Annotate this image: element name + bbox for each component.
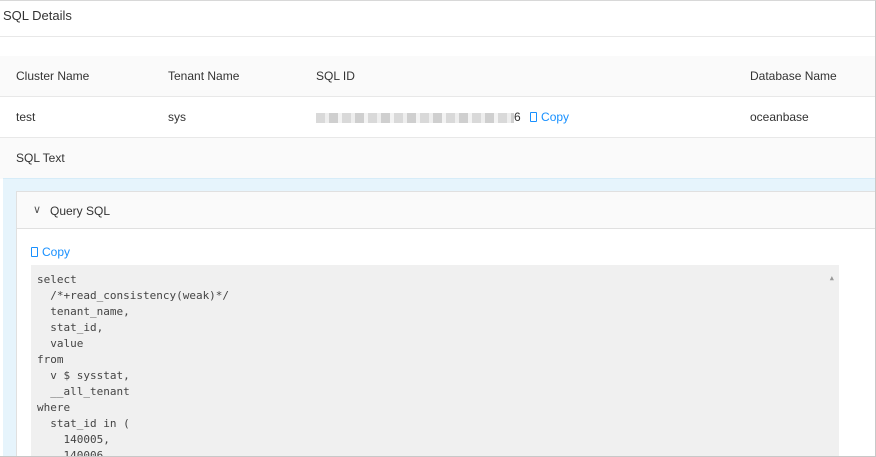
page-title: SQL Details <box>3 8 72 23</box>
tenant-name: sys <box>168 110 186 124</box>
copy-sql-id-button[interactable]: Copy <box>530 110 569 124</box>
panel-title: Query SQL <box>50 204 111 218</box>
cluster-name: test <box>16 110 36 124</box>
sql-text-label: SQL Text <box>16 151 65 165</box>
header-sql-id: SQL ID <box>316 69 355 83</box>
query-sql-panel: ∨ Query SQL Copy select /*+read_consiste… <box>16 191 875 457</box>
scroll-up-icon[interactable]: ▲ <box>830 270 834 286</box>
header-cluster-name: Cluster Name <box>16 69 90 83</box>
chevron-down-icon: ∨ <box>33 204 42 216</box>
copy-sql-button[interactable]: Copy <box>31 245 70 259</box>
copy-icon <box>530 112 538 122</box>
sql-text-row: SQL Text <box>0 138 875 179</box>
sql-code: select /*+read_consistency(weak)*/ tenan… <box>37 273 230 457</box>
query-sql-panel-header[interactable]: ∨ Query SQL <box>17 192 875 229</box>
database-name: oceanbase <box>750 110 809 124</box>
redacted-sql-id <box>316 112 514 123</box>
sql-text-content: ∨ Query SQL Copy select /*+read_consiste… <box>3 178 875 456</box>
sql-code-block[interactable]: select /*+read_consistency(weak)*/ tenan… <box>31 265 839 457</box>
sql-details-window: SQL Details Cluster Name Tenant Name SQL… <box>0 0 876 457</box>
divider <box>0 36 875 37</box>
header-tenant-name: Tenant Name <box>168 69 240 83</box>
table-row: test sys 6 Copy oceanbase <box>0 97 875 138</box>
copy-label: Copy <box>541 110 570 124</box>
copy-icon <box>31 247 38 257</box>
table-header: Cluster Name Tenant Name SQL ID Database… <box>0 56 875 97</box>
sql-id-suffix: 6 <box>514 110 521 124</box>
header-database-name: Database Name <box>750 69 837 83</box>
copy-label: Copy <box>42 245 71 259</box>
sql-id: 6 Copy <box>316 110 569 124</box>
